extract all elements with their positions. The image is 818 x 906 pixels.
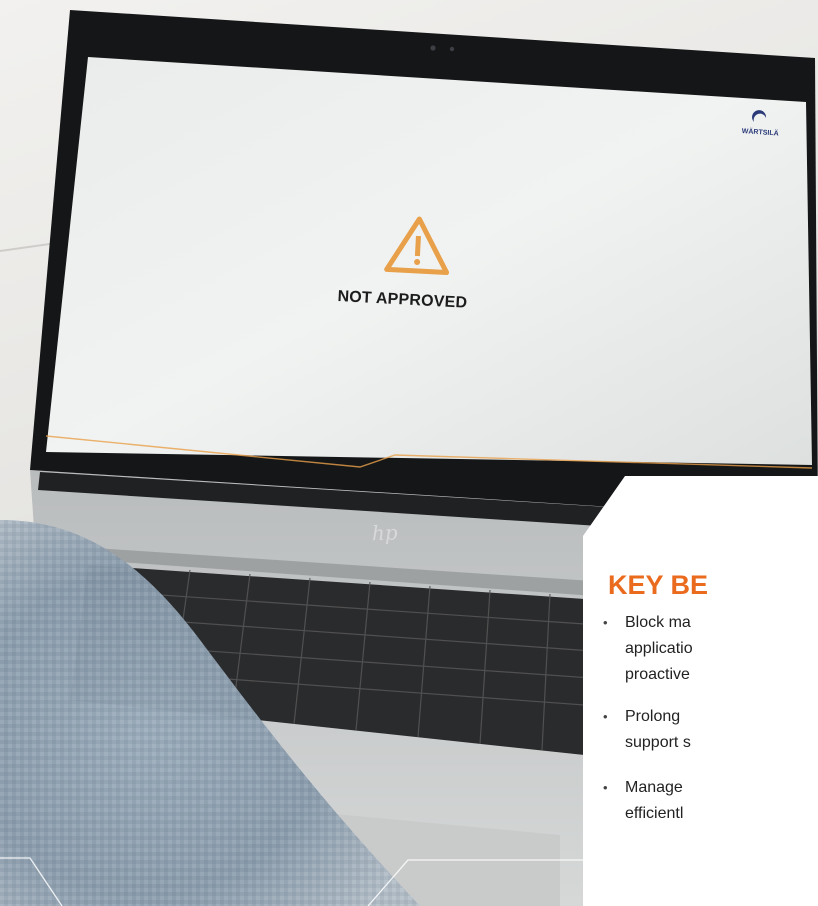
- bullet: •: [603, 615, 608, 630]
- photo-scene: hp NOT APPROVED WÄRTSILÄ KEY BE • Block …: [0, 0, 818, 906]
- panel-title: KEY BE: [608, 570, 709, 600]
- bullet: •: [603, 709, 608, 724]
- hp-logo: hp: [372, 520, 399, 545]
- benefit-text: Manage efficientl: [625, 779, 684, 822]
- benefit-text: Prolong support s: [625, 708, 691, 751]
- benefit-text: Block ma applicatio proactive: [625, 614, 693, 683]
- screen-display: [46, 57, 812, 465]
- bullet: •: [603, 780, 608, 795]
- webcam: [430, 45, 436, 51]
- key-benefits-panel: KEY BE • Block ma applicatio proactive •…: [583, 476, 818, 906]
